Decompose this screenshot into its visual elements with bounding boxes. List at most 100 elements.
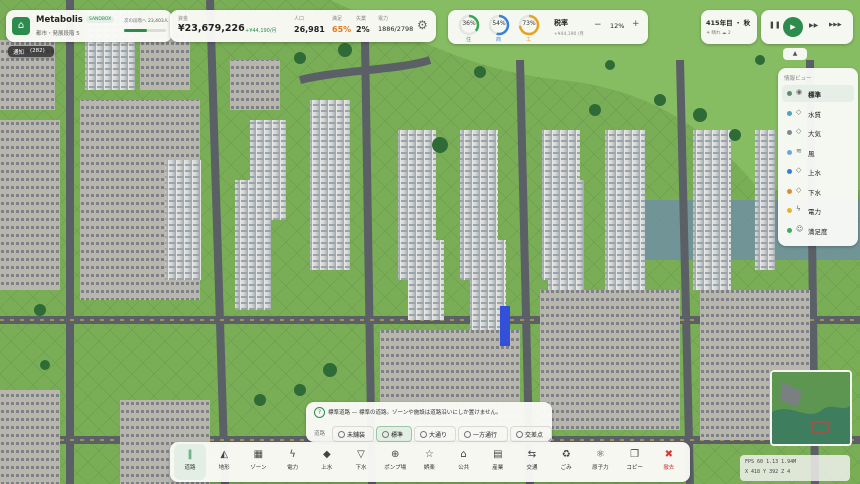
layer-label: 大気 [808,130,821,138]
gear-icon[interactable]: ⚙ [417,18,428,32]
tool-button[interactable]: ◆ 上水 [311,444,343,480]
layer-item[interactable]: ◉ 標準 [782,85,854,102]
fast-forward-button[interactable]: ▶▶ [809,22,818,29]
tax-decrease-button[interactable]: − [594,20,602,30]
notify-count-value: 282 [32,48,43,54]
tool-icon: ❐ [630,449,640,460]
fastest-button[interactable]: ▶▶▶ [829,22,842,28]
pause-button[interactable]: ❚❚ [769,21,781,29]
tool-icon: ▦ [253,449,264,460]
tool-button[interactable]: ♻ ごみ [550,444,582,480]
tool-button[interactable]: ⌂ 公共 [448,444,480,480]
notify-count: (282) [30,48,45,54]
road-type-option[interactable]: 交差点 [510,426,552,442]
layer-label: 満足度 [808,227,828,236]
tool-button[interactable]: ⇆ 交通 [516,444,548,480]
tool-button[interactable]: ☆ 娯楽 [413,444,445,480]
demand-value: 73% [522,20,536,27]
layer-color-dot [787,227,792,233]
tool-icon: ▤ [493,449,503,460]
tool-button[interactable]: ▤ 産業 [482,444,514,480]
road-type-radio [464,431,471,438]
notification-badge[interactable]: 通知 (282) [8,46,54,57]
layer-icon: ☺ [796,224,804,233]
road-type-radio [420,431,427,438]
funds-delta: +¥44,190/月 [245,28,277,34]
stats-panel: 資金 ¥23,679,226 +¥44,190/月 人口 26,981 満足 6… [170,10,436,42]
layers-collapse-button[interactable]: ▲ [783,48,807,60]
city-subtitle: 都市・発展段階 5 [36,31,80,37]
road-type-option[interactable]: 一方通行 [458,426,508,442]
demand-panel: 36% 住 54% 商 73% 工 税率 +¥44,190 /月 − 12% + [448,10,648,44]
tool-icon: ϟ [289,449,296,460]
layer-item[interactable]: ◇ 下水 [782,183,854,200]
layer-icon: ◇ [796,166,802,174]
layer-color-dot [787,110,792,116]
layer-icon: ◉ [796,88,803,96]
layer-item[interactable]: ☺ 満足度 [782,222,854,239]
tool-label: 産業 [492,465,504,471]
tool-label: 公共 [458,465,470,471]
layer-item[interactable]: ≋ 風 [782,144,854,161]
tool-button[interactable]: ⚛ 原子力 [584,444,616,480]
tool-button[interactable]: ⊕ ポンプ場 [379,444,411,480]
demand-label: 工 [526,37,532,43]
tool-label: 上水 [321,465,333,471]
demand-value: 54% [492,20,506,27]
layer-label: 水質 [808,110,821,119]
play-button[interactable]: ▶ [783,17,803,37]
weather-text: ☀ 晴れ ☁ 2 [706,31,731,36]
tool-label: 娯楽 [423,465,435,471]
layer-icon: ◇ [796,127,802,135]
tool-label: 下水 [355,465,367,471]
tool-button[interactable]: ✖ 撤去 [653,444,685,480]
progress-value: 23,403人 [148,19,169,24]
road-type-option[interactable]: 未舗装 [332,426,374,442]
layer-label: 下水 [808,188,821,197]
layer-color-dot [787,149,792,155]
tool-icon: ◆ [322,449,331,460]
layer-color-dot [787,91,792,96]
road-type-option[interactable]: 標準 [376,426,412,442]
debug-readout: FPS 60 1.13 1.94M X 418 Y 392 Z 4 [740,455,850,481]
population-value: 26,981 [294,25,325,34]
tool-label: ポンプ場 [384,465,407,471]
tool-button[interactable]: ❐ コピー [619,444,651,480]
tool-icon: ⊕ [390,449,400,460]
road-hint-panel: ? 標準道路 — 標準の道路。ゾーンや施設は道路沿いにしか置けません。 道路 未… [306,402,552,442]
tool-label: 交通 [526,465,538,471]
layer-item[interactable]: ◇ 水質 [782,105,854,122]
road-type-label: 交差点 [525,432,544,439]
layers-title: 情報ビュー [784,76,812,82]
tax-increase-button[interactable]: + [632,19,640,29]
layer-color-dot [787,169,792,174]
road-type-radio [338,431,345,438]
tool-button[interactable]: ‖ 道路 [174,444,206,480]
unemployment-value: 2% [356,25,370,34]
debug-line-2: X 418 Y 392 Z 4 [745,469,791,475]
tool-label: 電力 [287,465,299,471]
city-info-panel: ⌂ Metabolis SANDBOX 都市・発展段階 5 次の段階へ 23,4… [6,10,172,42]
road-type-radio [382,431,389,438]
tool-button[interactable]: ϟ 電力 [277,444,309,480]
layer-item[interactable]: ◇ 上水 [782,163,854,180]
layer-label: 上水 [808,169,821,177]
tool-icon: ✖ [664,449,673,460]
layer-color-dot [787,130,792,135]
funds-value: ¥23,679,226 [178,23,245,34]
progress-label: 次の段階へ [124,19,147,24]
tool-button[interactable]: ◭ 地形 [208,444,240,480]
road-type-label: 大通り [429,432,448,439]
tool-button[interactable]: ▽ 下水 [345,444,377,480]
layer-item[interactable]: ◇ 大気 [782,124,854,141]
population-label: 人口 [294,16,305,22]
tax-value: 12% [610,22,625,30]
minimap[interactable] [770,370,852,446]
tool-button[interactable]: ▦ ゾーン [242,444,274,480]
info-icon: ? [314,407,325,418]
layer-item[interactable]: ϟ 電力 [782,202,854,219]
tool-label: 道路 [184,465,196,471]
layer-icon: ◇ [796,185,802,194]
road-type-option[interactable]: 大通り [414,426,456,442]
happiness-value: 65% [332,25,352,34]
